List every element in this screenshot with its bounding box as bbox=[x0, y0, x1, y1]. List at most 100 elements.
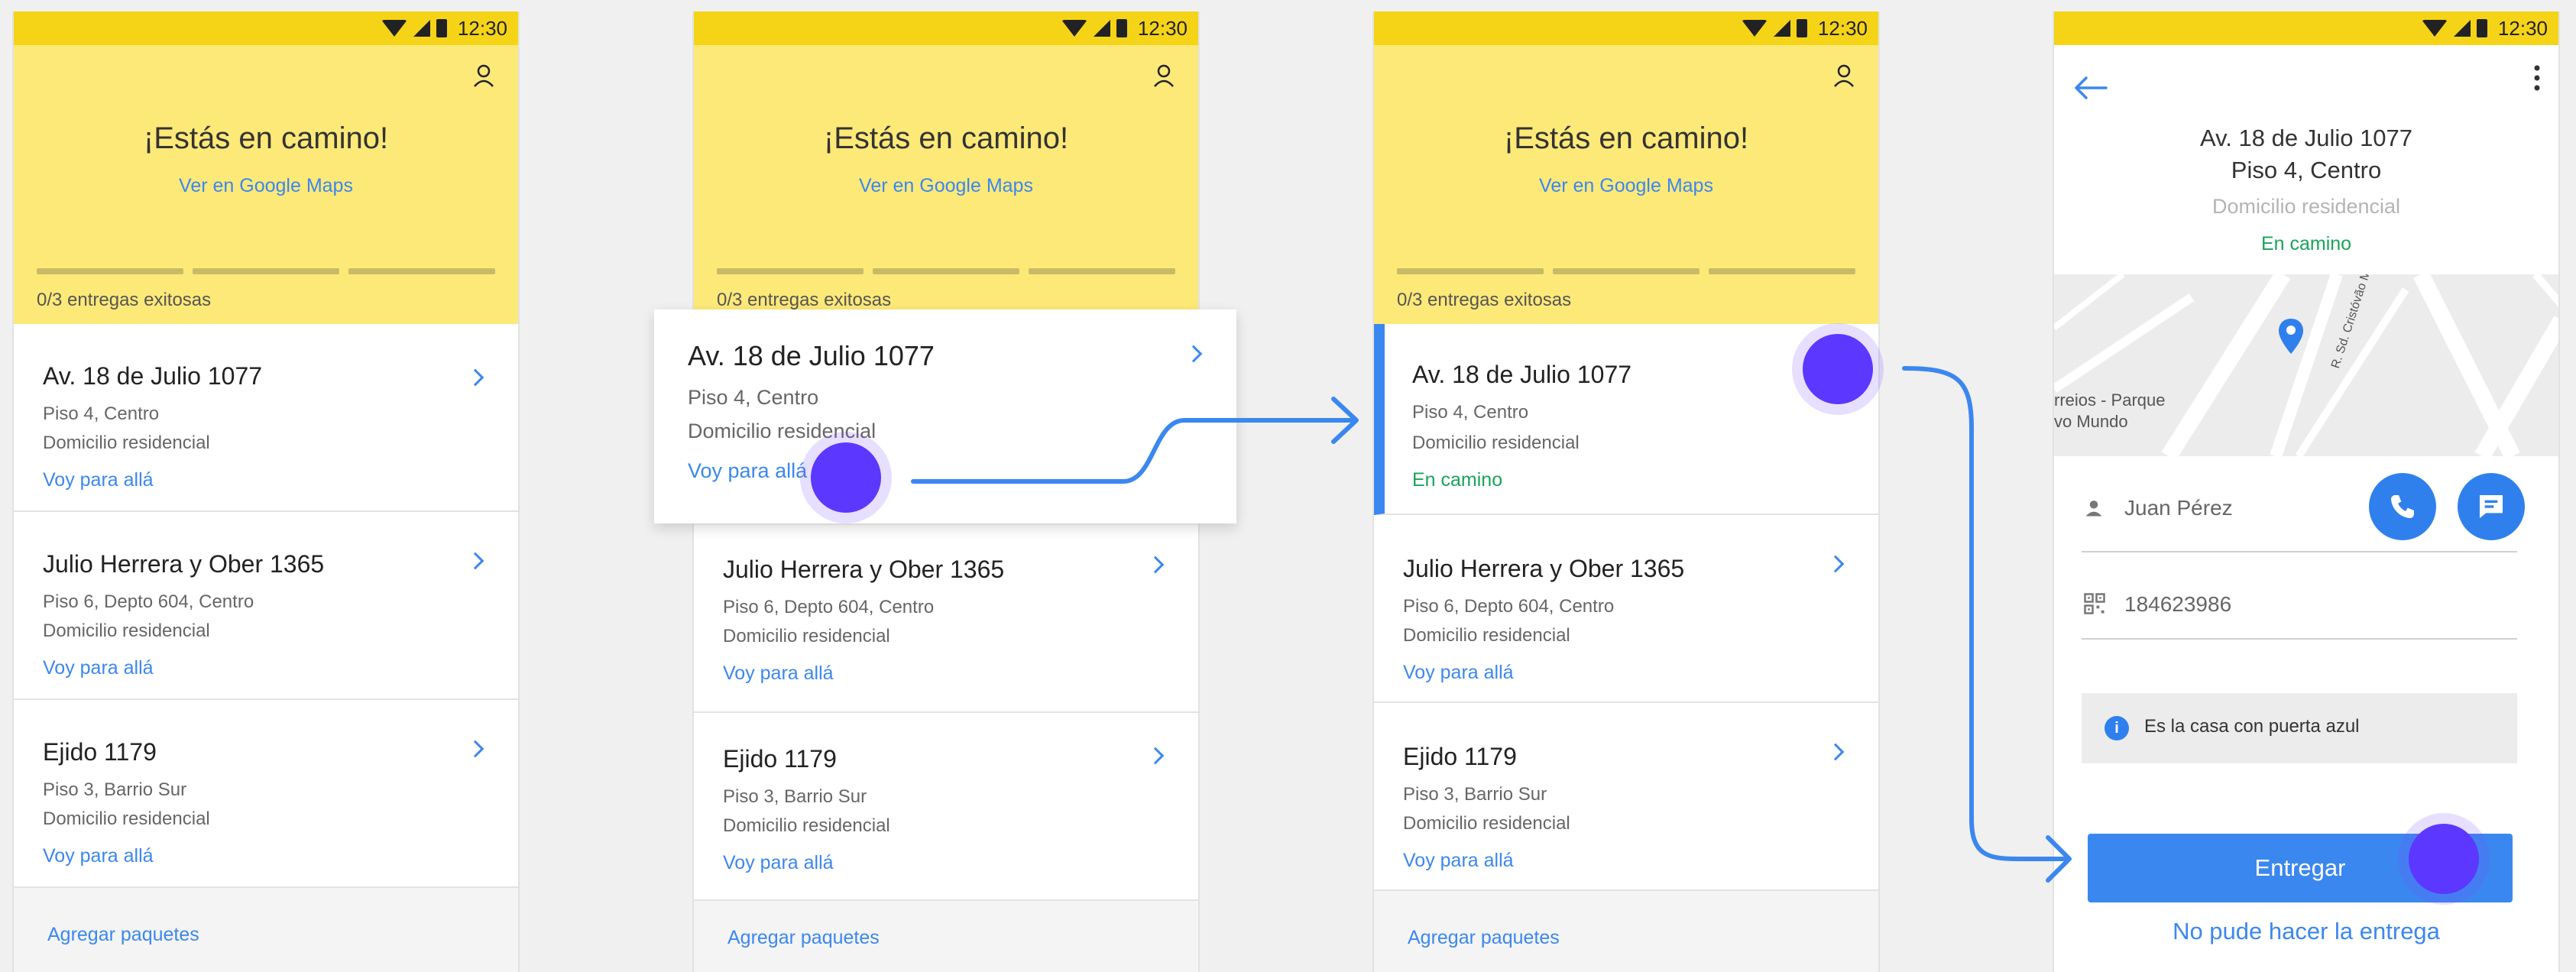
chevron-right-icon[interactable] bbox=[1826, 743, 1845, 761]
google-maps-link[interactable]: Ver en Google Maps bbox=[694, 175, 1198, 197]
status-time: 12:30 bbox=[457, 16, 507, 40]
status-time: 12:30 bbox=[2497, 16, 2548, 40]
delivery-address: Ejido 1179 bbox=[1403, 743, 1517, 770]
cell-signal-icon bbox=[1093, 20, 1110, 37]
battery-icon bbox=[436, 19, 447, 37]
delivery-address: Av. 18 de Julio 1077 bbox=[43, 362, 263, 390]
delivery-detail: Piso 6, Depto 604, Centro bbox=[43, 591, 254, 612]
delivery-address: Julio Herrera y Ober 1365 bbox=[723, 556, 1005, 583]
route-header: ¡Estás en camino! Ver en Google Maps 0/3… bbox=[14, 45, 518, 324]
go-there-link[interactable]: Voy para allá bbox=[43, 845, 154, 867]
delivery-status: En camino bbox=[1412, 469, 1503, 491]
detail-address-line2: Piso 4, Centro bbox=[2231, 157, 2382, 183]
delivery-type: Domicilio residencial bbox=[1403, 813, 1570, 834]
map-place-label: rreios - Parque bbox=[2054, 390, 2166, 410]
chevron-right-icon[interactable] bbox=[466, 368, 484, 387]
tracking-code-field: 184623986 bbox=[2082, 571, 2517, 640]
cell-signal-icon bbox=[2453, 20, 2471, 37]
location-map[interactable]: R. Sd. Cristóvão Morais rreios - Parque … bbox=[2054, 274, 2558, 456]
note-text: Es la casa con puerta azul bbox=[2144, 716, 2360, 737]
delivery-address: Julio Herrera y Ober 1365 bbox=[1403, 555, 1685, 582]
more-vert-icon[interactable] bbox=[2534, 65, 2540, 91]
person-icon bbox=[2085, 501, 2102, 517]
screen-3-delivery-list: 12:30 ¡Estás en camino! Ver en Google Ma… bbox=[1372, 11, 1880, 972]
progress-count: 0/3 entregas exitosas bbox=[1397, 290, 1572, 310]
delivery-detail: Piso 4, Centro bbox=[43, 403, 160, 424]
chevron-right-icon[interactable] bbox=[1826, 555, 1845, 573]
profile-icon[interactable] bbox=[1152, 63, 1175, 88]
delivery-card[interactable]: Ejido 1179 Piso 3, Barrio Sur Domicilio … bbox=[1374, 703, 1878, 891]
delivery-address: Julio Herrera y Ober 1365 bbox=[43, 550, 325, 578]
delivery-address: Av. 18 de Julio 1077 bbox=[1412, 361, 1632, 388]
google-maps-link[interactable]: Ver en Google Maps bbox=[14, 175, 518, 197]
delivery-type: Domicilio residencial bbox=[43, 433, 210, 453]
add-packages-link[interactable]: Agregar paquetes bbox=[1408, 927, 1560, 949]
qr-code-icon bbox=[2084, 593, 2105, 614]
detail-address-line1: Av. 18 de Julio 1077 bbox=[2199, 125, 2413, 151]
go-there-link[interactable]: Voy para allá bbox=[723, 663, 834, 685]
google-maps-link[interactable]: Ver en Google Maps bbox=[1374, 175, 1878, 197]
delivery-detail: Piso 3, Barrio Sur bbox=[723, 786, 867, 807]
call-button[interactable] bbox=[2369, 473, 2436, 540]
chat-icon bbox=[2480, 495, 2503, 518]
progress-count: 0/3 entregas exitosas bbox=[37, 290, 212, 310]
add-packages-link[interactable]: Agregar paquetes bbox=[47, 924, 199, 946]
delivery-type: Domicilio residencial bbox=[1403, 625, 1570, 646]
delivery-detail: Piso 3, Barrio Sur bbox=[43, 779, 187, 800]
touch-indicator bbox=[800, 432, 892, 523]
page-title: ¡Estás en camino! bbox=[143, 122, 389, 155]
route-header: ¡Estás en camino! Ver en Google Maps 0/3… bbox=[694, 45, 1198, 324]
page-title: ¡Estás en camino! bbox=[823, 122, 1069, 155]
delivery-card[interactable]: Ejido 1179 Piso 3, Barrio Sur Domicilio … bbox=[694, 713, 1198, 901]
status-bar: 12:30 bbox=[14, 11, 518, 45]
profile-icon[interactable] bbox=[1832, 63, 1855, 88]
status-time: 12:30 bbox=[1817, 16, 1868, 40]
go-there-link[interactable]: Voy para allá bbox=[688, 459, 807, 483]
recipient-field: Juan Pérez bbox=[2082, 473, 2525, 552]
battery-icon bbox=[1116, 19, 1127, 37]
chevron-right-icon[interactable] bbox=[466, 552, 484, 570]
screen-4-delivery-detail: 12:30 Av. 18 de Julio 1077 Piso 4, Centr… bbox=[2053, 11, 2560, 972]
detail-header: Av. 18 de Julio 1077 Piso 4, Centro Domi… bbox=[2054, 45, 2558, 274]
delivery-type: Domicilio residencial bbox=[43, 620, 210, 641]
phone-icon bbox=[2391, 495, 2414, 518]
delivery-card-pressed[interactable]: Av. 18 de Julio 1077 Piso 4, Centro Domi… bbox=[654, 309, 1236, 523]
delivery-card[interactable]: Julio Herrera y Ober 1365 Piso 6, Depto … bbox=[694, 525, 1198, 713]
chevron-right-icon[interactable] bbox=[466, 740, 484, 758]
delivery-detail: Piso 6, Depto 604, Centro bbox=[723, 597, 935, 617]
page-title: ¡Estás en camino! bbox=[1503, 122, 1749, 155]
status-time: 12:30 bbox=[1137, 16, 1188, 40]
add-packages-link[interactable]: Agregar paquetes bbox=[727, 927, 880, 949]
go-there-link[interactable]: Voy para allá bbox=[43, 657, 154, 679]
chevron-right-icon[interactable] bbox=[1184, 345, 1203, 363]
wifi-icon bbox=[381, 20, 407, 37]
chevron-right-icon[interactable] bbox=[1146, 747, 1165, 765]
detail-type: Domicilio residencial bbox=[2211, 195, 2401, 218]
delivery-progress-bar bbox=[37, 268, 495, 274]
battery-icon bbox=[2476, 19, 2487, 37]
delivery-detail: Piso 4, Centro bbox=[688, 386, 819, 409]
go-there-link[interactable]: Voy para allá bbox=[723, 852, 834, 874]
go-there-link[interactable]: Voy para allá bbox=[1403, 662, 1514, 684]
go-there-link[interactable]: Voy para allá bbox=[1403, 850, 1514, 872]
delivery-card[interactable]: Av. 18 de Julio 1077 Piso 4, Centro Domi… bbox=[14, 324, 518, 512]
delivery-card[interactable]: Ejido 1179 Piso 3, Barrio Sur Domicilio … bbox=[14, 700, 518, 888]
route-header: ¡Estás en camino! Ver en Google Maps 0/3… bbox=[1374, 45, 1878, 324]
could-not-deliver-link[interactable]: No pude hacer la entrega bbox=[2054, 918, 2558, 945]
delivery-progress-bar bbox=[717, 268, 1175, 274]
go-there-link[interactable]: Voy para allá bbox=[43, 469, 154, 491]
screen-1-delivery-list: 12:30 ¡Estás en camino! Ver en Google Ma… bbox=[12, 11, 520, 972]
wifi-icon bbox=[1061, 20, 1087, 37]
cell-signal-icon bbox=[1773, 20, 1790, 37]
back-arrow-icon[interactable] bbox=[2074, 76, 2108, 100]
delivery-card[interactable]: Julio Herrera y Ober 1365 Piso 6, Depto … bbox=[1374, 515, 1878, 703]
delivery-address: Ejido 1179 bbox=[43, 738, 157, 766]
chevron-right-icon[interactable] bbox=[1146, 556, 1165, 574]
profile-icon[interactable] bbox=[472, 63, 495, 88]
info-icon: i bbox=[2105, 716, 2129, 740]
location-pin-icon bbox=[2279, 319, 2303, 354]
delivery-form: Juan Pérez 184623986 i Es la casa con pu… bbox=[2054, 456, 2558, 972]
touch-indicator bbox=[2398, 813, 2490, 905]
message-button[interactable] bbox=[2458, 473, 2525, 540]
delivery-card[interactable]: Julio Herrera y Ober 1365 Piso 6, Depto … bbox=[14, 512, 518, 700]
